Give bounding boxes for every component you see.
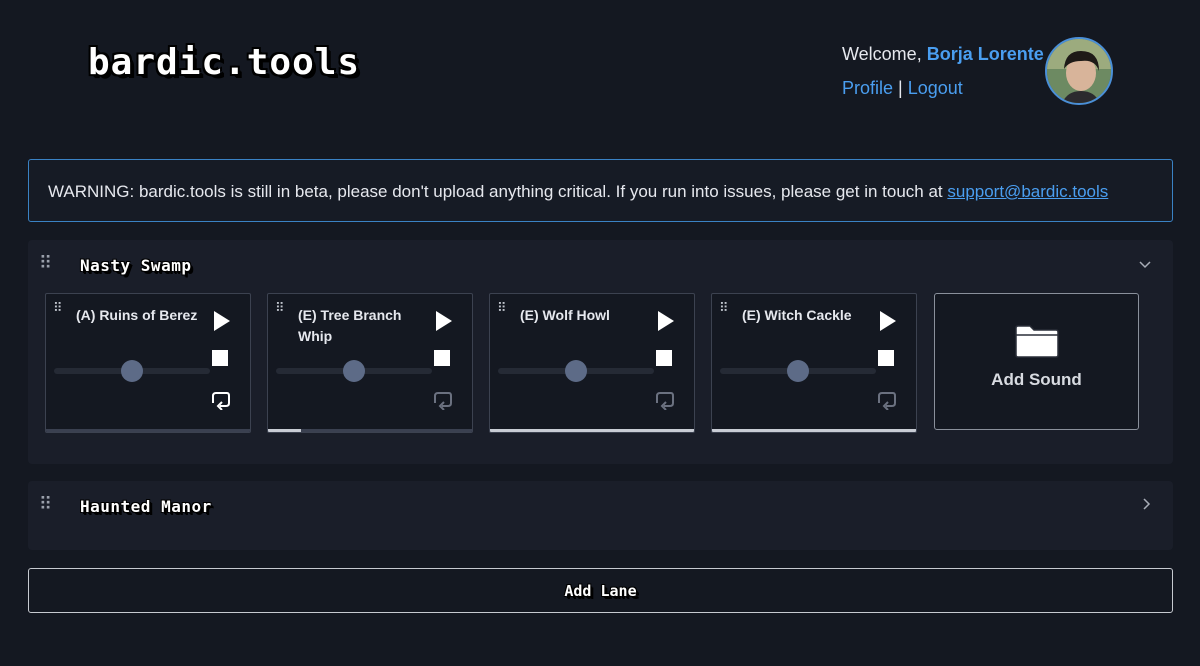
link-separator: | [893, 78, 908, 98]
add-sound-label: Add Sound [991, 370, 1082, 389]
welcome-prefix: Welcome, [842, 44, 927, 64]
play-icon[interactable] [436, 311, 452, 331]
sound-drag-handle-icon[interactable]: ⠿ [497, 301, 511, 314]
stop-icon[interactable] [878, 350, 894, 366]
playback-progress [46, 429, 250, 432]
add-lane-button[interactable]: Add Lane [28, 568, 1173, 613]
stop-icon[interactable] [656, 350, 672, 366]
lane-haunted-manor: ⠿ Haunted Manor [28, 481, 1173, 550]
loop-icon[interactable] [209, 390, 231, 410]
beta-warning-banner: WARNING: bardic.tools is still in beta, … [28, 159, 1173, 222]
avatar-image [1047, 39, 1111, 103]
playback-progress [490, 429, 694, 432]
volume-slider-thumb[interactable] [787, 360, 809, 382]
volume-slider-thumb[interactable] [343, 360, 365, 382]
loop-icon[interactable] [431, 390, 453, 410]
lane-title[interactable]: Haunted Manor [80, 497, 212, 516]
sound-card: ⠿ (E) Tree Branch Whip [267, 293, 473, 433]
add-lane-label: Add Lane [564, 582, 637, 600]
add-sound-button[interactable]: Add Sound [934, 293, 1139, 430]
sound-card: ⠿ (A) Ruins of Berez [45, 293, 251, 433]
welcome-message: Welcome, Borja Lorente [842, 44, 1044, 65]
profile-link[interactable]: Profile [842, 78, 893, 98]
user-name: Borja Lorente [926, 44, 1044, 64]
play-icon[interactable] [214, 311, 230, 331]
lane-drag-handle-icon[interactable]: ⠿ [39, 495, 53, 513]
volume-slider-thumb[interactable] [565, 360, 587, 382]
warning-text: WARNING: bardic.tools is still in beta, … [48, 182, 948, 201]
stop-icon[interactable] [212, 350, 228, 366]
chevron-right-icon[interactable] [1143, 497, 1151, 513]
folder-icon [1015, 325, 1059, 358]
loop-icon[interactable] [653, 390, 675, 410]
loop-icon[interactable] [875, 390, 897, 410]
sound-card: ⠿ (E) Witch Cackle [711, 293, 917, 433]
sound-drag-handle-icon[interactable]: ⠿ [53, 301, 67, 314]
playback-progress-fill [268, 429, 301, 432]
playback-progress [712, 429, 916, 432]
volume-slider-thumb[interactable] [121, 360, 143, 382]
play-icon[interactable] [658, 311, 674, 331]
playback-progress-fill [712, 429, 916, 432]
chevron-down-icon[interactable] [1139, 256, 1151, 272]
support-email-link[interactable]: support@bardic.tools [947, 182, 1108, 201]
sound-drag-handle-icon[interactable]: ⠿ [275, 301, 289, 314]
avatar[interactable] [1045, 37, 1113, 105]
app-logo[interactable]: bardic.tools [88, 42, 360, 83]
sound-title: (A) Ruins of Berez [76, 307, 198, 323]
header: bardic.tools Welcome, Borja Lorente Prof… [0, 0, 1200, 150]
playback-progress-fill [490, 429, 694, 432]
play-icon[interactable] [880, 311, 896, 331]
sound-title: (E) Wolf Howl [520, 307, 610, 323]
lane-nasty-swamp: ⠿ Nasty Swamp ⠿ (A) Ruins of Berez ⠿ (E)… [28, 240, 1173, 464]
user-links: Profile | Logout [842, 78, 963, 99]
sound-drag-handle-icon[interactable]: ⠿ [719, 301, 733, 314]
playback-progress [268, 429, 472, 432]
logout-link[interactable]: Logout [908, 78, 963, 98]
stop-icon[interactable] [434, 350, 450, 366]
lane-title[interactable]: Nasty Swamp [80, 256, 191, 275]
sound-card: ⠿ (E) Wolf Howl [489, 293, 695, 433]
lane-drag-handle-icon[interactable]: ⠿ [39, 254, 53, 272]
sound-title: (E) Tree Branch Whip [298, 307, 402, 344]
sound-title: (E) Witch Cackle [742, 307, 852, 323]
